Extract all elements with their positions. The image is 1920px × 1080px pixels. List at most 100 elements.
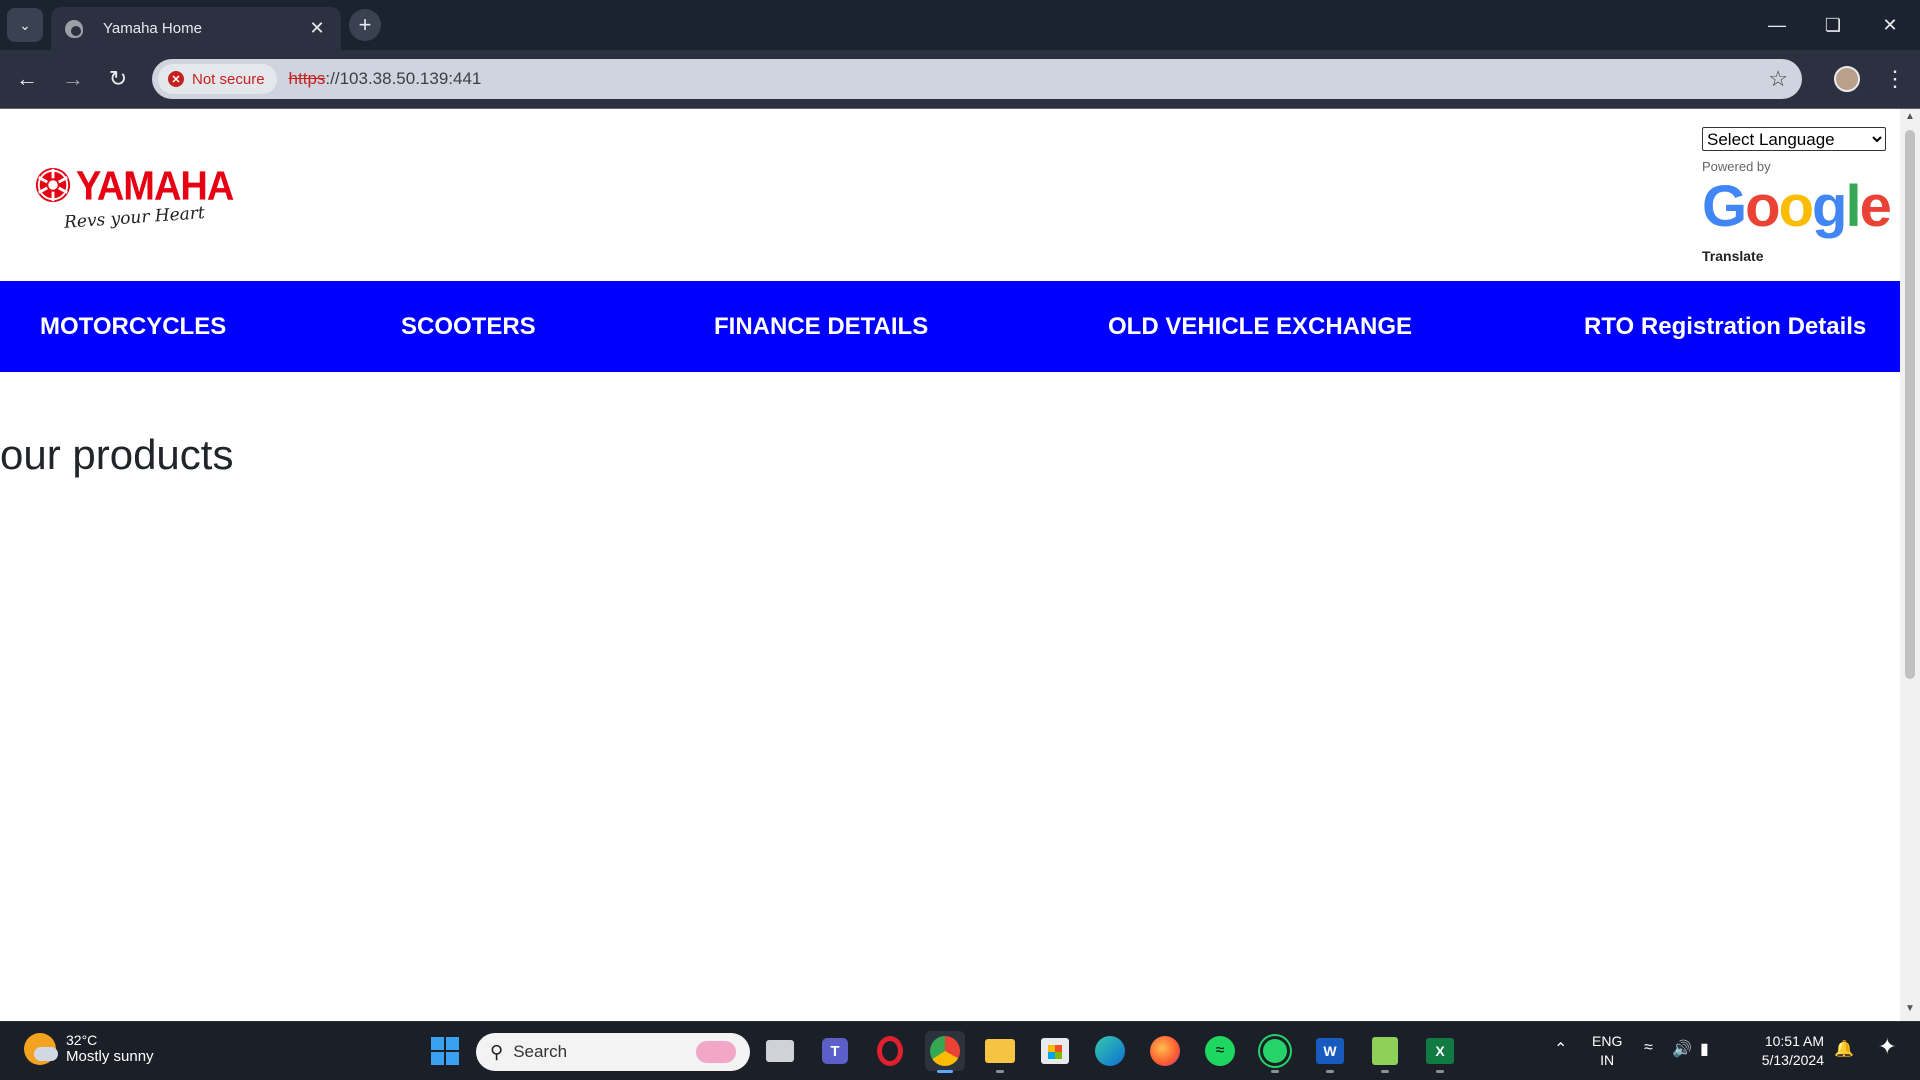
page-scrollbar[interactable]: ▲ ▼ <box>1900 109 1920 1021</box>
start-button[interactable] <box>425 1031 465 1071</box>
wifi-icon[interactable]: ≈ <box>1644 1039 1653 1057</box>
security-label: Not secure <box>192 70 265 88</box>
opera-icon <box>877 1036 903 1066</box>
forward-button[interactable]: → <box>55 61 91 97</box>
input-language-indicator[interactable]: ENG IN <box>1592 1032 1622 1070</box>
store-button[interactable] <box>1035 1031 1075 1071</box>
notepad-button[interactable] <box>1365 1031 1405 1073</box>
battery-icon[interactable]: ▮ <box>1700 1039 1709 1059</box>
scroll-thumb[interactable] <box>1905 130 1915 679</box>
security-chip[interactable]: ✕ Not secure <box>158 64 277 94</box>
notification-bell-icon[interactable]: 🔔 <box>1834 1039 1854 1059</box>
close-icon: ✕ <box>1882 14 1898 35</box>
new-tab-button[interactable]: + <box>349 9 381 41</box>
google-translate-widget: Select Language Powered by Google Transl… <box>1702 127 1892 264</box>
not-secure-icon: ✕ <box>168 71 184 87</box>
running-indicator <box>1326 1070 1334 1073</box>
browser-tab[interactable]: Yamaha Home ✕ <box>51 7 341 50</box>
url-scheme: https <box>288 69 326 88</box>
clock[interactable]: 10:51 AM 5/13/2024 <box>1744 1032 1824 1070</box>
main-navigation: MOTORCYCLES SCOOTERS FINANCE DETAILS OLD… <box>0 281 1900 372</box>
store-icon <box>1041 1038 1069 1064</box>
tuning-fork-emblem-icon <box>35 167 71 203</box>
spotify-button[interactable]: ≈ <box>1200 1031 1240 1071</box>
close-window-button[interactable]: ✕ <box>1862 0 1918 50</box>
scroll-up-icon[interactable]: ▲ <box>1900 111 1920 127</box>
task-view-icon <box>766 1040 794 1062</box>
language-select[interactable]: Select Language <box>1702 127 1886 151</box>
search-icon: ⚲ <box>490 1041 504 1062</box>
plus-icon: + <box>358 12 372 37</box>
firefox-icon <box>1150 1036 1180 1066</box>
url-host: ://103.38.50.139:441 <box>325 69 482 88</box>
lotus-icon <box>696 1041 736 1063</box>
nav-old-vehicle-exchange[interactable]: OLD VEHICLE EXCHANGE <box>1108 281 1412 372</box>
profile-avatar[interactable] <box>1834 66 1860 92</box>
windows-taskbar: 32°C Mostly sunny ⚲ Search T ≈ W X ⌃ ENG… <box>0 1021 1920 1080</box>
edge-button[interactable] <box>1090 1031 1130 1071</box>
tab-title: Yamaha Home <box>103 20 202 37</box>
weather-description: Mostly sunny <box>66 1048 154 1065</box>
page-viewport: YAMAHA Revs your Heart Select Language P… <box>0 109 1900 1021</box>
chrome-button[interactable] <box>925 1031 965 1073</box>
restore-icon: ❏ <box>1824 14 1842 35</box>
active-indicator <box>937 1070 953 1073</box>
nav-motorcycles[interactable]: MOTORCYCLES <box>40 281 226 372</box>
whatsapp-button[interactable] <box>1255 1031 1295 1073</box>
taskbar-search[interactable]: ⚲ Search <box>476 1033 750 1071</box>
tab-search-button[interactable]: ⌄ <box>7 8 43 42</box>
close-tab-icon[interactable]: ✕ <box>307 18 327 39</box>
bookmark-star-icon[interactable]: ☆ <box>1768 66 1788 92</box>
nav-rto-registration[interactable]: RTO Registration Details <box>1584 281 1866 372</box>
region-code: IN <box>1600 1052 1615 1068</box>
copilot-icon[interactable]: ✦ <box>1878 1034 1896 1060</box>
word-icon: W <box>1316 1038 1344 1064</box>
clock-date: 5/13/2024 <box>1761 1052 1824 1068</box>
file-explorer-button[interactable] <box>980 1031 1020 1073</box>
excel-icon: X <box>1426 1038 1454 1064</box>
language-code: ENG <box>1592 1033 1623 1049</box>
restore-button[interactable]: ❏ <box>1805 0 1861 50</box>
chevron-up-icon[interactable]: ⌃ <box>1554 1039 1567 1059</box>
logo-wordmark: YAMAHA <box>76 164 234 210</box>
windows-logo-icon <box>431 1037 459 1065</box>
kebab-menu-icon[interactable]: ⋮ <box>1880 62 1910 96</box>
weather-widget[interactable]: 32°C Mostly sunny <box>24 1032 154 1065</box>
taskbar-search-label: Search <box>513 1042 568 1061</box>
minimize-button[interactable]: — <box>1749 0 1805 50</box>
system-tray: ⌃ ENG IN ≈ 🔊 ▮ 10:51 AM 5/13/2024 🔔 ✦ <box>1540 1022 1920 1080</box>
minimize-icon: — <box>1768 14 1786 35</box>
yamaha-logo[interactable]: YAMAHA Revs your Heart <box>32 164 234 234</box>
teams-button[interactable]: T <box>815 1031 855 1071</box>
word-button[interactable]: W <box>1310 1031 1350 1073</box>
partly-sunny-icon <box>24 1032 58 1065</box>
running-indicator <box>1436 1070 1444 1073</box>
chrome-icon <box>930 1036 960 1066</box>
chevron-down-icon: ⌄ <box>19 16 31 33</box>
opera-button[interactable] <box>870 1031 910 1071</box>
tab-strip: ⌄ Yamaha Home ✕ + — ❏ ✕ <box>0 0 1920 50</box>
reload-button[interactable]: ↻ <box>100 61 136 97</box>
nav-scooters[interactable]: SCOOTERS <box>401 281 536 372</box>
firefox-button[interactable] <box>1145 1031 1185 1071</box>
back-button[interactable]: ← <box>9 61 45 97</box>
forward-arrow-icon: → <box>62 66 84 91</box>
google-logo[interactable]: Google <box>1702 176 1892 238</box>
teams-icon: T <box>822 1038 848 1064</box>
url-text[interactable]: https://103.38.50.139:441 <box>289 69 482 89</box>
translate-label: Translate <box>1702 248 1764 264</box>
whatsapp-icon <box>1260 1036 1290 1066</box>
reload-icon: ↻ <box>108 66 128 91</box>
nav-finance-details[interactable]: FINANCE DETAILS <box>714 281 928 372</box>
notepad-icon <box>1372 1037 1398 1065</box>
running-indicator <box>996 1070 1004 1073</box>
volume-icon[interactable]: 🔊 <box>1672 1039 1692 1059</box>
address-bar[interactable]: ✕ Not secure https://103.38.50.139:441 ☆ <box>152 59 1802 99</box>
task-view-button[interactable] <box>760 1031 800 1071</box>
back-arrow-icon: ← <box>16 66 38 91</box>
scroll-down-icon[interactable]: ▼ <box>1900 1003 1920 1019</box>
powered-by-label: Powered by <box>1702 159 1771 174</box>
section-heading: our products <box>0 431 234 478</box>
globe-icon <box>65 19 83 38</box>
excel-button[interactable]: X <box>1420 1031 1460 1073</box>
